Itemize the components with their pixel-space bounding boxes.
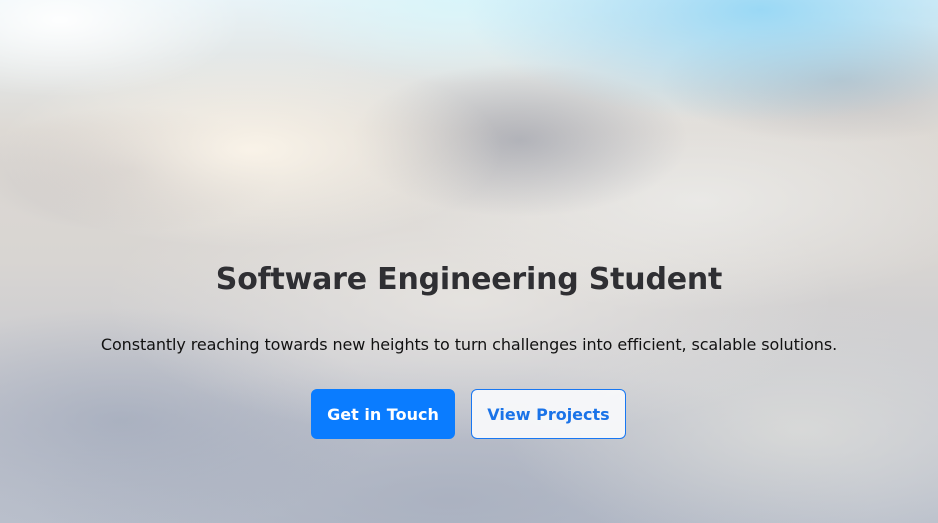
get-in-touch-button[interactable]: Get in Touch xyxy=(311,389,455,439)
hero-subtitle: Constantly reaching towards new heights … xyxy=(100,335,838,354)
view-projects-button[interactable]: View Projects xyxy=(471,389,626,439)
hero-section: Software Engineering Student Constantly … xyxy=(0,0,938,523)
hero-title: Software Engineering Student xyxy=(215,262,723,297)
hero-content: Software Engineering Student Constantly … xyxy=(0,0,938,523)
